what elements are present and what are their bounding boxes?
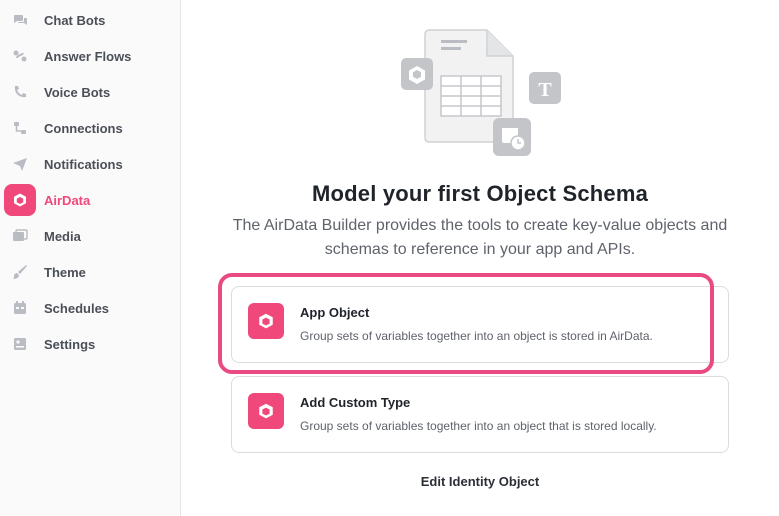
edit-identity-object-link[interactable]: Edit Identity Object xyxy=(181,474,779,489)
svg-text:T: T xyxy=(538,79,552,101)
images-icon xyxy=(4,220,36,252)
sidebar-item-label: Answer Flows xyxy=(44,48,132,64)
chat-bubbles-icon xyxy=(4,4,36,36)
sidebar-item-settings[interactable]: Settings xyxy=(4,328,176,360)
sidebar: Chat Bots Answer Flows Voice Bots Connec… xyxy=(0,0,181,516)
schema-illustration: T xyxy=(401,29,561,156)
sidebar-item-label: Chat Bots xyxy=(44,12,106,28)
sidebar-item-label: Notifications xyxy=(44,156,123,172)
card-title: Add Custom Type xyxy=(300,395,411,410)
card-description: Group sets of variables together into an… xyxy=(300,419,657,433)
sidebar-item-media[interactable]: Media xyxy=(4,220,176,252)
sidebar-item-label: Connections xyxy=(44,120,123,136)
sidebar-item-voice-bots[interactable]: Voice Bots xyxy=(4,76,176,108)
sidebar-item-label: AirData xyxy=(44,192,91,208)
connections-icon xyxy=(4,112,36,144)
sidebar-item-label: Media xyxy=(44,228,81,244)
main-content: T Model your first Object Schema The Air… xyxy=(181,0,779,516)
answer-flows-icon xyxy=(4,40,36,72)
sidebar-item-schedules[interactable]: Schedules xyxy=(4,292,176,324)
calendar-icon xyxy=(4,292,36,324)
sidebar-item-notifications[interactable]: Notifications xyxy=(4,148,176,180)
sidebar-item-label: Voice Bots xyxy=(44,84,111,100)
phone-icon xyxy=(4,76,36,108)
sidebar-item-label: Settings xyxy=(44,336,96,352)
page-subtitle: The AirData Builder provides the tools t… xyxy=(232,217,728,258)
add-custom-type-card[interactable]: Add Custom Type Group sets of variables … xyxy=(231,376,729,453)
sidebar-item-airdata[interactable]: AirData xyxy=(4,184,176,216)
app-object-card[interactable]: App Object Group sets of variables toget… xyxy=(231,286,729,363)
cube-icon xyxy=(248,393,284,429)
cube-icon xyxy=(248,303,284,339)
cube-icon xyxy=(4,184,36,216)
sidebar-item-connections[interactable]: Connections xyxy=(4,112,176,144)
sidebar-item-answer-flows[interactable]: Answer Flows xyxy=(4,40,176,72)
sidebar-item-label: Theme xyxy=(44,264,86,280)
sidebar-item-theme[interactable]: Theme xyxy=(4,256,176,288)
brush-icon xyxy=(4,256,36,288)
paper-plane-icon xyxy=(4,148,36,180)
page-title: Model your first Object Schema xyxy=(311,181,649,206)
sidebar-item-label: Schedules xyxy=(44,300,110,316)
settings-panel-icon xyxy=(4,328,36,360)
sidebar-item-chat-bots[interactable]: Chat Bots xyxy=(4,4,176,36)
card-title: App Object xyxy=(300,305,370,320)
card-description: Group sets of variables together into an… xyxy=(300,329,653,343)
